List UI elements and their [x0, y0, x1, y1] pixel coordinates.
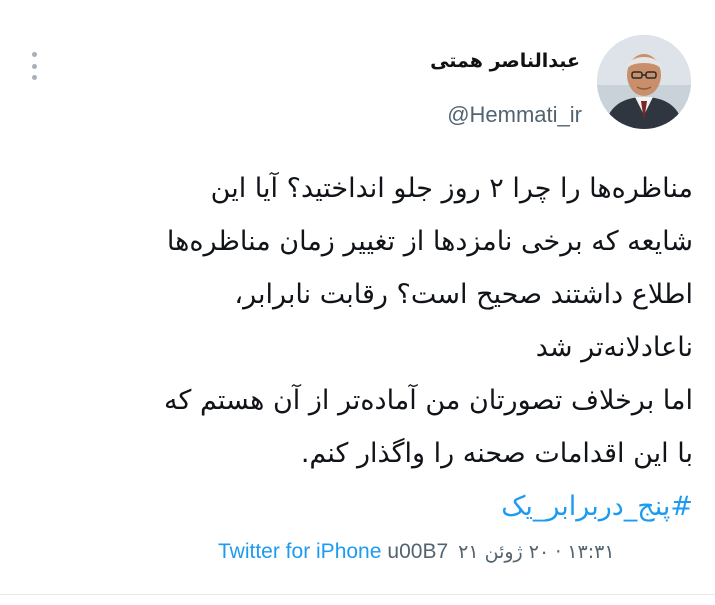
tweet-text: مناظره‌ها را چرا ۲ روز جلو انداختید؟ آیا…	[33, 162, 693, 533]
avatar-photo	[597, 35, 691, 129]
meta-separator: u00B7	[387, 540, 449, 563]
tweet-timestamp[interactable]: ۱۳:۳۱ · ۲۰ ژوئن ۲۱	[458, 541, 614, 563]
more-dot	[31, 75, 37, 80]
author-name[interactable]: عبدالناصر همتی	[430, 50, 580, 72]
tweet-text-line: اما برخلاف تصورتان من آماده‌تر از آن هست…	[164, 385, 693, 416]
hashtag-link[interactable]: #پنج_دربرابر_یک	[33, 480, 693, 533]
tweet-text-line: مناظره‌ها را چرا ۲ روز جلو انداختید؟ آیا…	[210, 173, 693, 204]
more-dot	[31, 63, 37, 69]
author-handle[interactable]: @Hemmati_ir	[447, 102, 582, 128]
more-options-icon[interactable]	[28, 52, 40, 80]
tweet-text-line: ناعادلانه‌تر شد	[535, 332, 693, 363]
tweet-text-line: شایعه که برخی نامزدها از تغییر زمان مناظ…	[166, 226, 693, 257]
divider	[0, 594, 715, 595]
tweet-meta: Twitter for iPhone u00B7 ۱۳:۳۱ · ۲۰ ژوئن…	[218, 537, 690, 567]
source-link[interactable]: Twitter for iPhone	[218, 540, 381, 564]
more-dot	[31, 52, 37, 57]
tweet-card: عبدالناصر همتی @Hemmati_ir مناظره‌ها را …	[0, 0, 715, 605]
tweet-text-line: اطلاع داشتند صحیح است؟ رقابت نابرابر،	[234, 279, 693, 310]
tweet-text-line: با این اقدامات صحنه را واگذار کنم.	[300, 438, 693, 469]
avatar[interactable]	[597, 35, 691, 129]
